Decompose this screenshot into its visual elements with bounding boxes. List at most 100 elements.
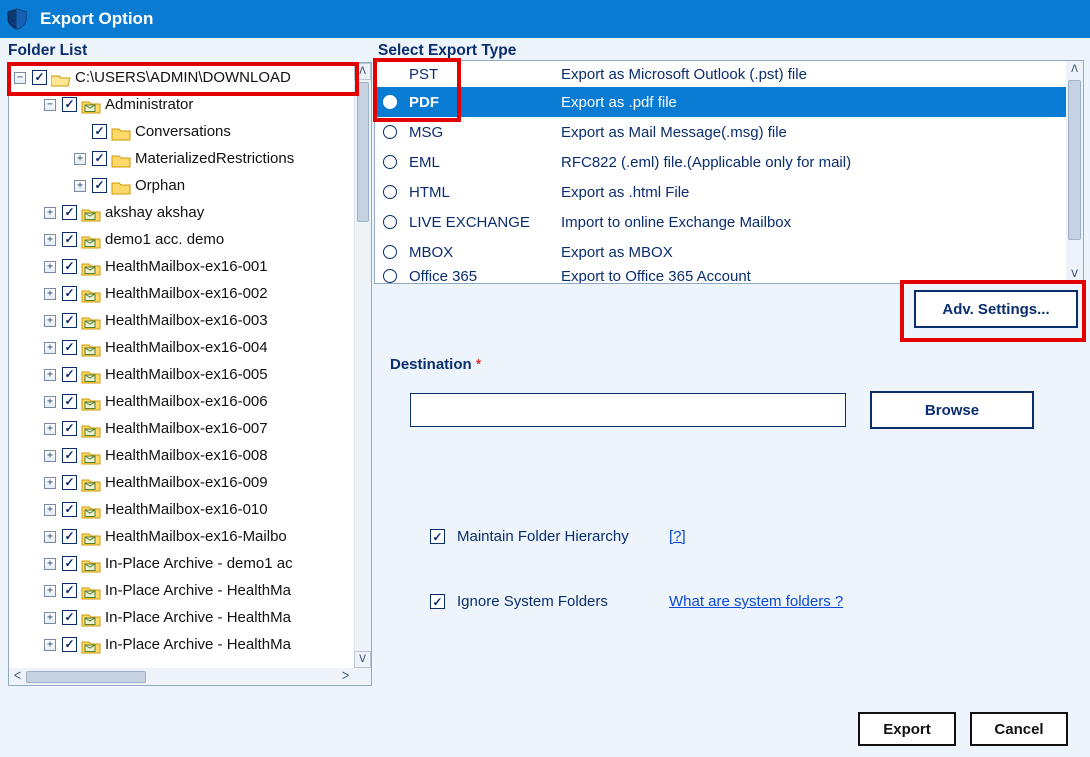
tree-scroll-right-icon[interactable]: ᐳ — [337, 668, 354, 685]
tree-row[interactable]: +HealthMailbox-ex16-005 — [10, 361, 354, 388]
tree-row[interactable]: +In-Place Archive - HealthMa — [10, 604, 354, 631]
tree-expander-icon[interactable]: + — [44, 369, 56, 381]
export-type-row[interactable]: HTMLExport as .html File — [375, 177, 1066, 207]
tree-row[interactable]: +HealthMailbox-ex16-006 — [10, 388, 354, 415]
folder-tree[interactable]: −C:\USERS\ADMIN\DOWNLOAD−AdministratorCo… — [10, 64, 354, 668]
destination-input[interactable] — [410, 393, 846, 427]
tree-checkbox[interactable] — [62, 556, 77, 571]
tree-expander-icon[interactable]: + — [44, 342, 56, 354]
type-scroll-up-icon[interactable]: ᐱ — [1066, 61, 1083, 78]
tree-checkbox[interactable] — [62, 340, 77, 355]
tree-expander-icon[interactable]: − — [14, 72, 26, 84]
tree-expander-icon[interactable]: + — [44, 585, 56, 597]
tree-row[interactable]: +HealthMailbox-ex16-001 — [10, 253, 354, 280]
system-folders-help-link[interactable]: What are system folders ? — [669, 593, 843, 610]
export-type-radio[interactable] — [383, 95, 397, 109]
tree-expander-icon[interactable]: + — [74, 180, 86, 192]
tree-expander-icon[interactable]: + — [44, 558, 56, 570]
export-type-row[interactable]: PSTExport as Microsoft Outlook (.pst) fi… — [375, 61, 1066, 87]
tree-expander-icon[interactable]: + — [44, 288, 56, 300]
tree-checkbox[interactable] — [92, 124, 107, 139]
export-type-radio[interactable] — [383, 245, 397, 259]
type-scrollbar[interactable]: ᐱ ᐯ — [1066, 61, 1083, 283]
tree-expander-icon[interactable]: + — [74, 153, 86, 165]
tree-expander-icon[interactable]: + — [44, 477, 56, 489]
tree-checkbox[interactable] — [62, 232, 77, 247]
tree-row[interactable]: +HealthMailbox-ex16-009 — [10, 469, 354, 496]
tree-scroll-thumb-horizontal[interactable] — [26, 671, 146, 683]
tree-row[interactable]: +HealthMailbox-ex16-002 — [10, 280, 354, 307]
tree-scroll-track-vertical[interactable] — [354, 80, 371, 651]
tree-checkbox[interactable] — [62, 394, 77, 409]
export-type-row[interactable]: MBOXExport as MBOX — [375, 237, 1066, 267]
export-type-radio[interactable] — [383, 269, 397, 283]
type-scroll-thumb[interactable] — [1068, 80, 1081, 240]
tree-row[interactable]: −C:\USERS\ADMIN\DOWNLOAD — [10, 64, 354, 91]
tree-expander-icon[interactable]: + — [44, 423, 56, 435]
tree-scroll-thumb-vertical[interactable] — [357, 82, 369, 222]
tree-row[interactable]: +In-Place Archive - HealthMa — [10, 577, 354, 604]
tree-expander-icon[interactable]: + — [44, 315, 56, 327]
tree-checkbox[interactable] — [62, 502, 77, 517]
tree-checkbox[interactable] — [62, 610, 77, 625]
tree-checkbox[interactable] — [62, 637, 77, 652]
tree-expander-icon[interactable]: + — [44, 396, 56, 408]
adv-settings-button[interactable]: Adv. Settings... — [914, 290, 1078, 328]
tree-expander-icon[interactable]: + — [44, 207, 56, 219]
tree-row[interactable]: Conversations — [10, 118, 354, 145]
export-type-row[interactable]: Office 365Export to Office 365 Account — [375, 267, 1066, 283]
tree-expander-icon[interactable]: + — [44, 504, 56, 516]
tree-checkbox[interactable] — [62, 583, 77, 598]
ignore-system-folders-checkbox[interactable] — [430, 594, 445, 609]
export-type-row[interactable]: EMLRFC822 (.eml) file.(Applicable only f… — [375, 147, 1066, 177]
tree-scroll-up-icon[interactable]: ᐱ — [354, 63, 371, 80]
browse-button[interactable]: Browse — [870, 391, 1034, 429]
tree-row[interactable]: +HealthMailbox-ex16-Mailbo — [10, 523, 354, 550]
tree-row[interactable]: +HealthMailbox-ex16-010 — [10, 496, 354, 523]
tree-checkbox[interactable] — [92, 178, 107, 193]
tree-row[interactable]: +Orphan — [10, 172, 354, 199]
export-type-row[interactable]: PDFExport as .pdf file — [375, 87, 1066, 117]
maintain-hierarchy-checkbox[interactable] — [430, 529, 445, 544]
tree-row[interactable]: +HealthMailbox-ex16-003 — [10, 307, 354, 334]
tree-checkbox[interactable] — [62, 205, 77, 220]
export-type-row[interactable]: LIVE EXCHANGEImport to online Exchange M… — [375, 207, 1066, 237]
tree-row[interactable]: +MaterializedRestrictions — [10, 145, 354, 172]
tree-expander-icon[interactable]: + — [44, 531, 56, 543]
tree-checkbox[interactable] — [62, 97, 77, 112]
export-type-row[interactable]: MSGExport as Mail Message(.msg) file — [375, 117, 1066, 147]
tree-expander-icon[interactable]: + — [44, 234, 56, 246]
export-button[interactable]: Export — [858, 712, 956, 746]
export-type-radio[interactable] — [383, 215, 397, 229]
type-scroll-down-icon[interactable]: ᐯ — [1066, 266, 1083, 283]
tree-checkbox[interactable] — [62, 421, 77, 436]
tree-expander-icon[interactable]: + — [44, 450, 56, 462]
tree-checkbox[interactable] — [62, 529, 77, 544]
tree-row[interactable]: +akshay akshay — [10, 199, 354, 226]
tree-expander-icon[interactable]: + — [44, 261, 56, 273]
tree-scroll-horizontal[interactable]: ᐸ ᐳ — [9, 668, 371, 685]
tree-row[interactable]: +HealthMailbox-ex16-004 — [10, 334, 354, 361]
tree-scroll-left-icon[interactable]: ᐸ — [9, 668, 26, 685]
tree-row[interactable]: +HealthMailbox-ex16-007 — [10, 415, 354, 442]
export-type-radio[interactable] — [383, 155, 397, 169]
tree-row[interactable]: +In-Place Archive - demo1 ac — [10, 550, 354, 577]
tree-expander-icon[interactable]: + — [44, 612, 56, 624]
tree-checkbox[interactable] — [62, 448, 77, 463]
tree-row[interactable]: +HealthMailbox-ex16-008 — [10, 442, 354, 469]
tree-scroll-down-icon[interactable]: ᐯ — [354, 651, 371, 668]
tree-row[interactable]: −Administrator — [10, 91, 354, 118]
tree-row[interactable]: +demo1 acc. demo — [10, 226, 354, 253]
tree-expander-icon[interactable]: + — [44, 639, 56, 651]
tree-checkbox[interactable] — [62, 286, 77, 301]
tree-checkbox[interactable] — [62, 313, 77, 328]
maintain-hierarchy-help-link[interactable]: [?] — [669, 528, 686, 545]
tree-checkbox[interactable] — [62, 475, 77, 490]
tree-checkbox[interactable] — [62, 259, 77, 274]
export-type-list[interactable]: PSTExport as Microsoft Outlook (.pst) fi… — [375, 61, 1066, 283]
cancel-button[interactable]: Cancel — [970, 712, 1068, 746]
tree-checkbox[interactable] — [62, 367, 77, 382]
export-type-radio[interactable] — [383, 125, 397, 139]
export-type-radio[interactable] — [383, 185, 397, 199]
tree-row[interactable]: +In-Place Archive - HealthMa — [10, 631, 354, 658]
